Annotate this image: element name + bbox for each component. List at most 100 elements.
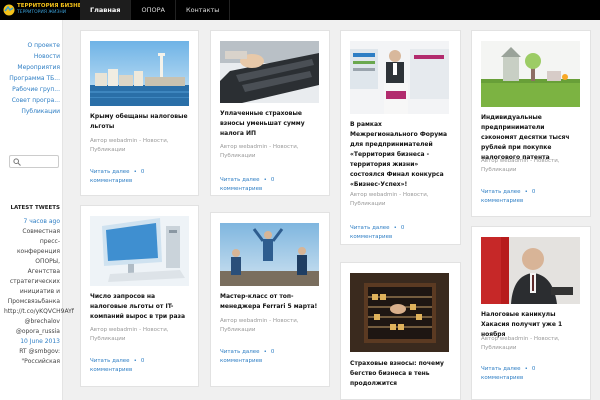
separator-dot: • — [524, 189, 528, 195]
comments-count[interactable]: 0 — [271, 349, 275, 355]
news-meta: Автор webadmin - Новости, Публикации — [350, 191, 450, 209]
news-footer: Читать далее • 0 комментариев — [481, 188, 581, 206]
news-category[interactable]: Публикации — [220, 152, 320, 161]
read-more-link[interactable]: Читать далее — [90, 169, 130, 175]
search-input[interactable] — [22, 157, 57, 166]
read-more-link[interactable]: Читать далее — [220, 349, 260, 355]
comments-label[interactable]: комментариев — [350, 233, 450, 242]
news-image[interactable] — [220, 41, 319, 103]
news-footer: Читать далее • 0 комментариев — [481, 365, 581, 383]
separator-dot: • — [133, 169, 137, 175]
news-category[interactable]: Публикации — [481, 166, 581, 175]
sidebar-item-workgroups[interactable]: Рабочие груп... — [0, 84, 60, 95]
news-card: Страховые взносы: почему бегство бизнеса… — [340, 262, 461, 400]
nav-opora[interactable]: ОПОРА — [131, 0, 176, 20]
sidebar-item-program[interactable]: Программа ТБ... — [0, 73, 60, 84]
news-author: Автор webadmin - Новости, — [350, 192, 429, 198]
comments-label[interactable]: комментариев — [90, 366, 190, 375]
news-category[interactable]: Публикации — [90, 335, 190, 344]
news-title[interactable]: Крыму обещаны налоговые льготы — [90, 112, 190, 132]
comments-label[interactable]: комментариев — [481, 197, 581, 206]
news-title[interactable]: Страховые взносы: почему бегство бизнеса… — [350, 359, 450, 389]
nav-home[interactable]: Главная — [80, 0, 132, 20]
comments-label[interactable]: комментариев — [90, 177, 190, 186]
read-more-link[interactable]: Читать далее — [481, 366, 521, 372]
news-category[interactable]: Публикации — [90, 146, 190, 155]
news-title[interactable]: Уплаченные страховые взносы уменьшат сум… — [220, 109, 320, 139]
comments-count[interactable]: 0 — [271, 177, 275, 183]
news-footer: Читать далее • 0 комментариев — [220, 348, 320, 366]
comments-label[interactable]: комментариев — [481, 374, 581, 383]
tweet-time[interactable]: 10 June 2013 — [4, 337, 60, 347]
search-icon — [13, 158, 21, 166]
news-footer: Читать далее • 0 комментариев — [90, 168, 190, 186]
news-image[interactable] — [350, 41, 449, 114]
news-category[interactable]: Публикации — [350, 200, 450, 209]
news-author: Автор webadmin - Новости, — [90, 327, 169, 333]
news-footer: Читать далее • 0 комментариев — [220, 176, 320, 194]
news-meta: Автор webadmin - Новости, Публикации — [220, 317, 320, 335]
news-title[interactable]: Число запросов на налоговые льготы от IT… — [90, 292, 190, 322]
news-image[interactable] — [481, 41, 580, 107]
separator-dot: • — [393, 225, 397, 231]
news-card: Число запросов на налоговые льготы от IT… — [80, 205, 199, 387]
news-category[interactable]: Публикации — [481, 344, 581, 353]
tweet-text: Совместная пресс-конференция ОПОРЫ, Аген… — [4, 228, 74, 335]
comments-count[interactable]: 0 — [141, 169, 145, 175]
news-author: Автор webadmin - Новости, — [220, 318, 299, 324]
news-category[interactable]: Публикации — [220, 326, 320, 335]
comments-count[interactable]: 0 — [401, 225, 405, 231]
news-title[interactable]: Индивидуальные предприниматели сэкономят… — [481, 113, 581, 163]
search-box[interactable] — [9, 155, 59, 168]
news-meta: Автор webadmin - Новости, Публикации — [90, 137, 190, 155]
logo-mark-icon — [3, 4, 15, 16]
sidebar-item-council[interactable]: Совет програ... — [0, 95, 60, 106]
news-card: Крыму обещаны налоговые льготы Автор web… — [80, 30, 199, 196]
news-card: Мастер-класс от топ-менеджера Ferrari 5 … — [210, 212, 330, 387]
comments-count[interactable]: 0 — [532, 189, 536, 195]
news-author: Автор webadmin - Новости, — [481, 158, 560, 164]
sidebar-item-about[interactable]: О проекте — [0, 40, 60, 51]
news-author: Автор webadmin - Новости, — [220, 144, 299, 150]
news-card: В рамках Межрегионального Форума для пре… — [340, 30, 461, 245]
nav-contacts[interactable]: Контакты — [176, 0, 231, 20]
read-more-link[interactable]: Читать далее — [481, 189, 521, 195]
comments-label[interactable]: комментариев — [220, 357, 320, 366]
news-image[interactable] — [481, 237, 580, 304]
logo-subtitle: ТЕРРИТОРИЯ ЖИЗНИ — [17, 10, 67, 15]
comments-label[interactable]: комментариев — [220, 185, 320, 194]
news-footer: Читать далее • 0 комментариев — [90, 357, 190, 375]
news-meta: Автор webadmin - Новости, Публикации — [481, 157, 581, 175]
sidebar-item-news[interactable]: Новости — [0, 51, 60, 62]
comments-count[interactable]: 0 — [141, 358, 145, 364]
tweets-list: 7 часов ago Совместная пресс-конференция… — [4, 217, 74, 367]
news-image[interactable] — [220, 223, 319, 286]
news-image[interactable] — [350, 273, 449, 352]
news-image[interactable] — [90, 41, 189, 106]
comments-count[interactable]: 0 — [532, 366, 536, 372]
read-more-link[interactable]: Читать далее — [220, 177, 260, 183]
main-nav: Главная ОПОРА Контакты — [80, 0, 231, 20]
separator-dot: • — [263, 177, 267, 183]
site-logo[interactable]: ТЕРРИТОРИЯ БИЗНЕСА ТЕРРИТОРИЯ ЖИЗНИ — [3, 3, 90, 17]
news-title[interactable]: В рамках Межрегионального Форума для пре… — [350, 120, 450, 190]
news-title[interactable]: Мастер-класс от топ-менеджера Ferrari 5 … — [220, 292, 320, 312]
news-author: Автор webadmin - Новости, — [481, 336, 560, 342]
sidebar-item-publications[interactable]: Публикации — [0, 106, 60, 117]
top-navigation-bar: ТЕРРИТОРИЯ БИЗНЕСА ТЕРРИТОРИЯ ЖИЗНИ Глав… — [0, 0, 600, 20]
news-card: Индивидуальные предприниматели сэкономят… — [471, 30, 591, 217]
read-more-link[interactable]: Читать далее — [90, 358, 130, 364]
news-image[interactable] — [90, 216, 189, 286]
logo-title: ТЕРРИТОРИЯ БИЗНЕСА — [17, 3, 90, 9]
tweet-time[interactable]: 7 часов ago — [4, 217, 60, 227]
sidebar-item-events[interactable]: Мероприятия — [0, 62, 60, 73]
latest-tweets-heading: LATEST TWEETS — [10, 205, 60, 211]
sidebar-menu: О проекте Новости Мероприятия Программа … — [0, 40, 60, 117]
read-more-link[interactable]: Читать далее — [350, 225, 390, 231]
news-meta: Автор webadmin - Новости, Публикации — [90, 326, 190, 344]
news-footer: Читать далее • 0 комментариев — [350, 224, 450, 242]
separator-dot: • — [524, 366, 528, 372]
news-meta: Автор webadmin - Новости, Публикации — [481, 335, 581, 353]
separator-dot: • — [263, 349, 267, 355]
news-card: Уплаченные страховые взносы уменьшат сум… — [210, 30, 330, 196]
